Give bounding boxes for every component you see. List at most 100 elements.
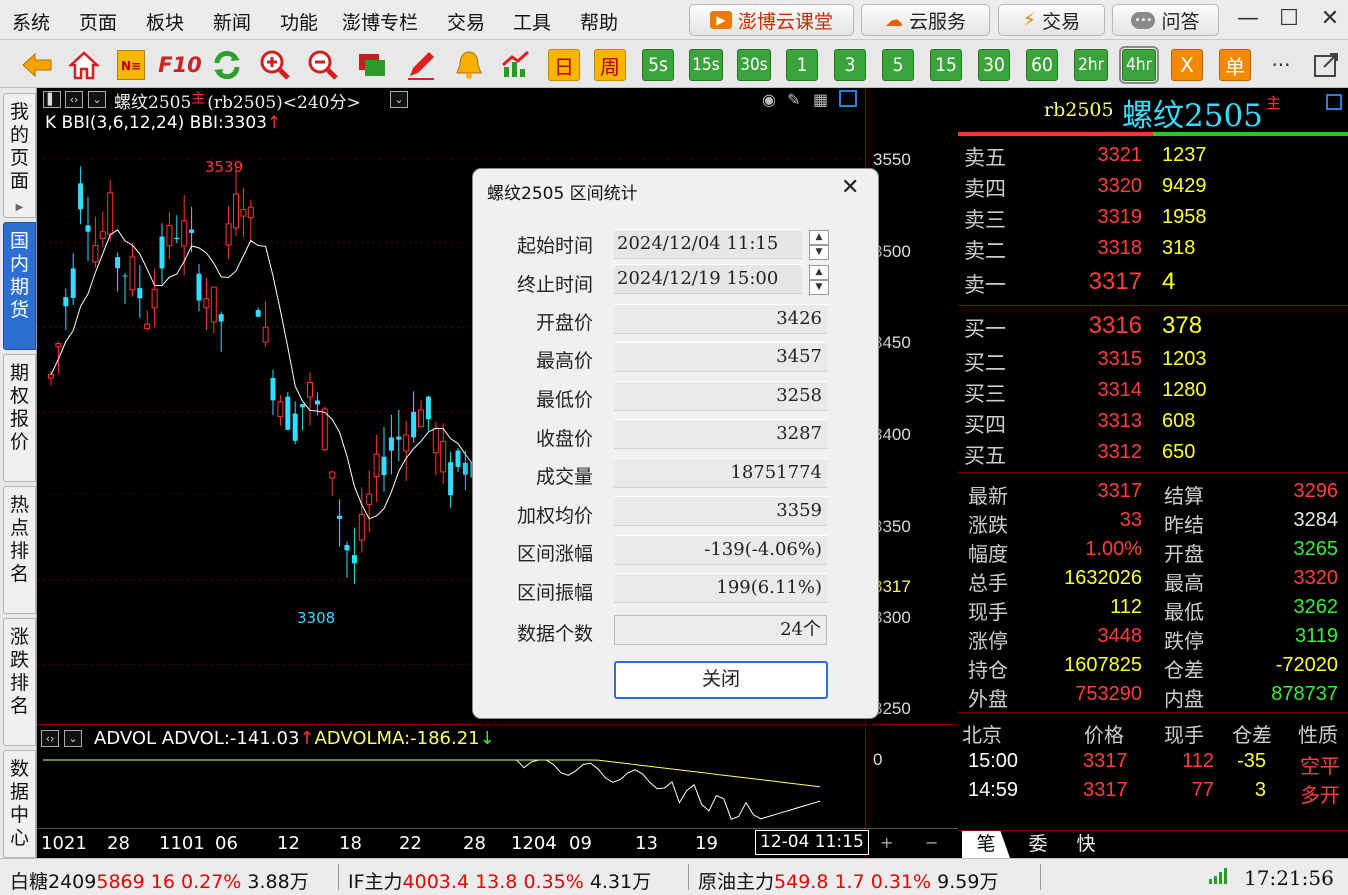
start-time-up-icon[interactable]: ▲ <box>809 230 829 245</box>
start-time-label: 起始时间 <box>516 235 593 257</box>
ask1-price[interactable]: 3317 <box>1022 268 1142 296</box>
sidebar-tab-hot-rank[interactable]: 热点排名 <box>3 486 36 614</box>
zoom-in-icon[interactable] <box>258 49 292 81</box>
period-30m-button[interactable]: 30 <box>978 49 1010 81</box>
end-time-label: 终止时间 <box>516 274 593 296</box>
zoom-out-icon[interactable] <box>306 49 340 81</box>
period-3m-button[interactable]: 3 <box>834 49 866 81</box>
period-2hr-button[interactable]: 2hr <box>1074 49 1108 81</box>
menu-sector[interactable]: 板块 <box>146 8 184 35</box>
zoom-out-button[interactable]: − <box>925 833 938 852</box>
more-icon[interactable]: ··· <box>1266 49 1296 81</box>
chart-title-dropdown-icon[interactable]: ⌄ <box>390 91 408 108</box>
stat-label: 持仓 <box>968 658 1008 682</box>
tab-order[interactable]: 委 <box>1018 831 1058 858</box>
stats-divider <box>958 472 1348 473</box>
stat-value: 3448 <box>1097 625 1143 647</box>
panel-dropdown-icon[interactable]: ⌄ <box>88 91 106 108</box>
period-15m-button[interactable]: 15 <box>930 49 962 81</box>
news-icon[interactable]: N≡ <box>116 49 146 81</box>
pencil-icon[interactable]: ✎ <box>787 90 800 109</box>
bell-icon[interactable] <box>452 49 486 81</box>
bid3-price[interactable]: 3314 <box>1022 379 1143 402</box>
eye-icon[interactable]: ◉ <box>762 90 776 109</box>
qa-button[interactable]: ••• 问答 <box>1112 4 1219 36</box>
cloud-service-button[interactable]: ☁ 云服务 <box>861 4 990 36</box>
dialog-close-button[interactable]: 关闭 <box>614 661 828 699</box>
minimize-icon[interactable]: — <box>1233 6 1263 31</box>
end-time-up-icon[interactable]: ▲ <box>809 265 829 280</box>
date-tick: 19 <box>695 833 718 854</box>
trade-button[interactable]: ⚡ 交易 <box>998 4 1105 36</box>
f10-icon[interactable]: F10 <box>158 49 202 81</box>
period-day-button[interactable]: 日 <box>548 49 580 81</box>
period-week-button[interactable]: 周 <box>594 49 626 81</box>
sub-panel-expand-icon[interactable]: ‹› <box>41 730 59 747</box>
dialog-close-icon[interactable]: ✕ <box>841 175 859 200</box>
ticker-crude[interactable]: 原油主力549.8 1.7 0.31% 9.59万 <box>698 867 998 894</box>
advol-chart[interactable] <box>37 750 863 830</box>
menu-help[interactable]: 帮助 <box>580 8 618 35</box>
period-4hr-button[interactable]: 4hr <box>1119 46 1159 84</box>
back-arrow-icon[interactable] <box>20 49 54 81</box>
sell-ratio-bar <box>958 132 1153 136</box>
export-icon[interactable] <box>1311 49 1341 81</box>
menu-page[interactable]: 页面 <box>79 8 117 35</box>
bid4-price[interactable]: 3313 <box>1022 410 1143 433</box>
grid-icon[interactable]: ▦ <box>813 90 828 109</box>
start-time-down-icon[interactable]: ▼ <box>809 245 829 260</box>
high-price-label: 3539 <box>205 158 244 176</box>
start-time-field[interactable]: 2024/12/04 11:15 <box>614 229 802 259</box>
end-time-down-icon[interactable]: ▼ <box>809 280 829 295</box>
end-time-field[interactable]: 2024/12/19 15:00 <box>614 264 802 294</box>
tab-tick[interactable]: 笔 <box>962 831 1010 858</box>
menu-tools[interactable]: 工具 <box>513 8 551 35</box>
ask2-price[interactable]: 3318 <box>1022 237 1143 260</box>
home-icon[interactable] <box>67 49 101 81</box>
layers-icon[interactable] <box>355 49 389 81</box>
close-window-icon[interactable]: ✕ <box>1315 6 1345 31</box>
period-5m-button[interactable]: 5 <box>882 49 914 81</box>
maximize-icon[interactable]: ☐ <box>1274 6 1304 31</box>
zoom-in-button[interactable]: + <box>880 833 893 852</box>
menu-column[interactable]: 澎博专栏 <box>342 8 418 35</box>
period-60m-button[interactable]: 60 <box>1026 49 1058 81</box>
order-button[interactable]: 单 <box>1219 49 1251 81</box>
bid2-price[interactable]: 3315 <box>1022 348 1143 371</box>
bid1-price[interactable]: 3316 <box>1022 312 1142 340</box>
sidebar-tab-domestic-futures[interactable]: 国内期货 <box>3 222 36 350</box>
ask4-price[interactable]: 3320 <box>1022 175 1143 198</box>
bid5-price[interactable]: 3312 <box>1022 441 1143 464</box>
menu-system[interactable]: 系统 <box>12 8 50 35</box>
quote-layout-icon[interactable] <box>1326 94 1342 110</box>
period-30s-button[interactable]: 30s <box>737 49 771 81</box>
ticker-if[interactable]: IF主力4003.4 13.8 0.35% 4.31万 <box>348 867 651 894</box>
range-change-value: -139(-4.06%) <box>614 535 827 565</box>
sidebar-tab-change-rank[interactable]: 涨跌排名 <box>3 618 36 746</box>
sidebar-tab-data-center[interactable]: 数据中心 <box>3 750 36 858</box>
menu-trade[interactable]: 交易 <box>447 8 485 35</box>
range-change-label: 区间涨幅 <box>516 543 593 565</box>
menu-news[interactable]: 新闻 <box>213 8 251 35</box>
panel-toggle-icon[interactable]: ▌ <box>43 91 61 108</box>
tab-fast[interactable]: 快 <box>1066 831 1106 858</box>
menu-function[interactable]: 功能 <box>280 8 318 35</box>
sidebar-tab-my-page[interactable]: 我的页面 ▶ <box>3 93 36 218</box>
x-button[interactable]: X <box>1171 49 1203 81</box>
trend-icon[interactable] <box>499 49 533 81</box>
stat-value: 33 <box>1119 509 1142 531</box>
ticker-sugar[interactable]: 白糖24095869 16 0.27% 3.88万 <box>10 867 309 894</box>
period-1m-button[interactable]: 1 <box>786 49 818 81</box>
period-5s-button[interactable]: 5s <box>642 49 674 81</box>
panel-expand-icon[interactable]: ‹› <box>65 91 83 108</box>
layout-icon[interactable] <box>839 90 857 107</box>
pen-icon[interactable] <box>404 49 438 81</box>
refresh-icon[interactable] <box>210 49 244 81</box>
sub-panel-dropdown-icon[interactable]: ⌄ <box>64 730 82 747</box>
range-amplitude-value: 199(6.11%) <box>614 573 827 603</box>
ask5-price[interactable]: 3321 <box>1022 144 1143 167</box>
period-15s-button[interactable]: 15s <box>689 49 723 81</box>
ask3-price[interactable]: 3319 <box>1022 206 1143 229</box>
sidebar-tab-options[interactable]: 期权报价 <box>3 354 36 482</box>
cloud-class-button[interactable]: ▶ 澎博云课堂 <box>689 4 854 36</box>
